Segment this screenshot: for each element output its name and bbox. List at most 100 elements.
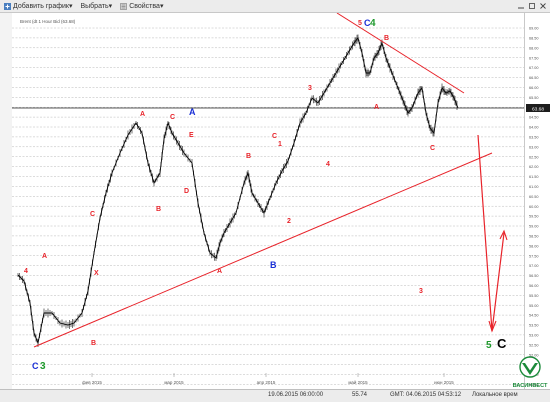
window-controls	[517, 2, 550, 10]
price-axis-label: 62.00	[529, 165, 539, 169]
price-axis-label: 58.50	[529, 235, 539, 239]
price-axis-label: 63.00	[529, 145, 539, 149]
wave-label-red: A	[140, 111, 145, 118]
time-axis-label: фев 2015	[82, 380, 102, 385]
price-axis-label: 55.00	[529, 304, 539, 308]
price-axis-labels: 69.00 68.50 68.00 67.50 67.00 66.50 66.00 65.50…	[529, 27, 539, 387]
price-axis-label: 56.50	[529, 274, 539, 278]
price-axis-label: 68.50	[529, 37, 539, 41]
price-axis-label: 61.00	[529, 185, 539, 189]
price-axis-label: 68.00	[529, 46, 539, 50]
wave-label-black: C	[497, 336, 507, 351]
wave-label-red: B	[91, 340, 96, 347]
wave-label-red: C	[272, 133, 277, 140]
wave-labels: 4AXCBA CEDBABC21343ABC5ABCC 345 C	[24, 18, 507, 372]
price-axis-label: 63.50	[529, 136, 539, 140]
wave-label-red: D	[184, 188, 189, 195]
wave-label-red: 4	[24, 268, 28, 275]
wave-label-red: A	[374, 104, 379, 111]
price-axis-label: 65.50	[529, 96, 539, 100]
wave-label-red: B	[156, 206, 161, 213]
price-axis-label: 66.50	[529, 76, 539, 80]
price-axis-label: 56.00	[529, 284, 539, 288]
status-datetime: 19.06.2015 06:00:00	[268, 392, 324, 398]
status-bar: 19.06.2015 06:00:00 55.74 GMT: 04.06.201…	[0, 389, 550, 402]
price-axis-label: 59.50	[529, 215, 539, 219]
price-axis-label: 64.00	[529, 126, 539, 130]
add-chart-menu[interactable]: Добавить график ▾	[4, 2, 72, 10]
price-axis-label: 57.50	[529, 254, 539, 258]
chart-grid	[12, 27, 524, 385]
brand-logo: ВАСИНВЕСТ	[513, 356, 548, 389]
status-price: 55.74	[352, 392, 368, 398]
price-axis-label: 54.50	[529, 314, 539, 318]
price-axis-label: 58.00	[529, 244, 539, 248]
price-axis[interactable]: 69.00 68.50 68.00 67.50 67.00 66.50 66.00 65.50…	[524, 13, 550, 390]
wave-label-red: 2	[287, 218, 291, 225]
close-icon[interactable]	[539, 2, 547, 10]
lower-trendline	[33, 152, 493, 348]
chevron-down-icon: ▾	[159, 3, 164, 10]
price-series	[17, 34, 459, 347]
wave-label-red: X	[94, 270, 99, 277]
upper-trendline	[336, 12, 465, 94]
properties-label: Свойства	[129, 2, 160, 10]
add-chart-icon	[4, 2, 11, 10]
price-badge-text: 63.68	[532, 107, 544, 113]
wave-label-red: E	[189, 132, 194, 139]
price-chart[interactable]: Brent (dt 1 Hour Bid (63.68) 4 A X C B A C E D B A…	[12, 12, 524, 390]
wave-label-red: 1	[278, 141, 282, 148]
price-axis-label: 64.50	[529, 116, 539, 120]
x-axis-labels: фев 2015 мар 2015 апр 2015 май 2015 июн 2015	[82, 379, 454, 385]
status-local-label: Локальное врем	[472, 392, 518, 398]
properties-icon	[120, 2, 127, 10]
wave-label-red: A	[217, 268, 222, 275]
wave-label-red: B	[246, 153, 251, 160]
price-axis-label: 53.00	[529, 334, 539, 338]
wave-label-red: C	[90, 211, 95, 218]
price-axis-label: 69.00	[529, 27, 539, 31]
price-axis-label: 60.00	[529, 205, 539, 209]
price-axis-label: 53.50	[529, 324, 539, 328]
wave-label-blue: C	[32, 361, 39, 371]
price-axis-label: 67.00	[529, 66, 539, 70]
wave-label-red: 3	[308, 85, 312, 92]
price-axis-label: 67.50	[529, 56, 539, 60]
wave-label-red: B	[384, 35, 389, 42]
wave-label-red: C	[170, 114, 175, 121]
wave-label-green: 5	[486, 340, 492, 351]
price-axis-label: 66.00	[529, 86, 539, 90]
price-axis-label: 60.50	[529, 195, 539, 199]
price-line	[17, 37, 459, 345]
wave-label-red: 4	[326, 161, 330, 168]
select-label: Выбрать	[80, 2, 109, 10]
price-axis-label: 59.00	[529, 225, 539, 229]
time-axis-label: мар 2015	[164, 380, 184, 385]
price-axis-label: 57.00	[529, 264, 539, 268]
time-axis-label: апр 2015	[257, 380, 276, 385]
time-axis-label: май 2015	[348, 379, 368, 385]
time-axis-label: июн 2015	[434, 380, 454, 385]
price-axis-canvas: 69.00 68.50 68.00 67.50 67.00 66.50 66.00 65.50…	[526, 27, 550, 387]
chart-legend: Brent (dt 1 Hour Bid (63.68)	[20, 19, 76, 24]
chart-toolbar: Добавить график ▾ Выбрать ▾ Свойства ▾	[0, 0, 550, 13]
wave-label-red: 5	[358, 20, 362, 27]
chart-canvas: Brent (dt 1 Hour Bid (63.68) 4 A X C B A C E D B A…	[12, 12, 524, 385]
projection-path	[477, 134, 505, 332]
restore-icon[interactable]	[528, 2, 536, 10]
price-axis-label: 61.50	[529, 175, 539, 179]
minimize-icon[interactable]	[517, 2, 525, 10]
wave-label-red: 3	[419, 288, 423, 295]
wave-label-red: C	[430, 145, 435, 152]
add-chart-label: Добавить график	[13, 2, 69, 10]
wave-label-red: A	[42, 253, 47, 260]
properties-menu[interactable]: Свойства ▾	[120, 2, 163, 10]
wave-label-green: 3	[40, 361, 46, 372]
select-menu[interactable]: Выбрать ▾	[80, 2, 112, 11]
price-axis-label: 62.50	[529, 155, 539, 159]
status-gmt: GMT: 04.06.2015 04:53:12	[390, 392, 462, 398]
wave-label-green: 4	[370, 18, 376, 29]
wave-label-blue: B	[270, 260, 277, 270]
price-axis-label: 55.50	[529, 294, 539, 298]
chevron-down-icon: ▾	[68, 3, 73, 10]
